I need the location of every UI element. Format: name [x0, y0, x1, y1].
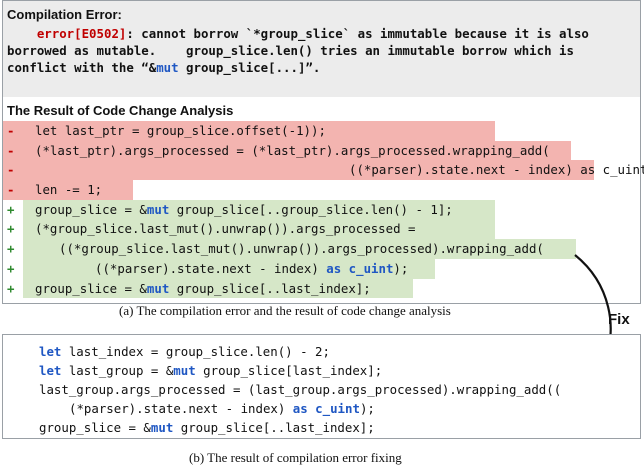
- code-text: group_slice[..last_index];: [173, 420, 375, 435]
- fix-code-line: group_slice = &mut group_slice[..last_in…: [39, 420, 375, 435]
- keyword: as c_uint: [292, 401, 360, 416]
- fix-result-panel: let last_index = group_slice.len() - 2; l…: [2, 334, 641, 439]
- fix-label: Fix: [608, 311, 630, 328]
- code-text: );: [359, 401, 375, 416]
- code-text: last_group.args_processed = (last_group.…: [39, 382, 562, 397]
- keyword: mut: [150, 420, 174, 435]
- fix-code-line: let last_group = &mut group_slice[last_i…: [39, 363, 382, 378]
- code-text: (*parser).state.next - index): [69, 401, 293, 416]
- keyword: let: [39, 363, 62, 378]
- code-text: last_index = group_slice.len() - 2;: [61, 344, 330, 359]
- fix-code-line: let last_index = group_slice.len() - 2;: [39, 344, 330, 359]
- fix-code-line: last_group.args_processed = (last_group.…: [39, 382, 561, 397]
- code-text: group_slice[last_index];: [195, 363, 383, 378]
- code-text: last_group = &: [61, 363, 174, 378]
- keyword: mut: [173, 363, 196, 378]
- keyword: let: [39, 344, 62, 359]
- fix-code-line: (*parser).state.next - index) as c_uint)…: [69, 401, 375, 416]
- code-text: group_slice = &: [39, 420, 151, 435]
- caption-b: (b) The result of compilation error fixi…: [189, 450, 402, 465]
